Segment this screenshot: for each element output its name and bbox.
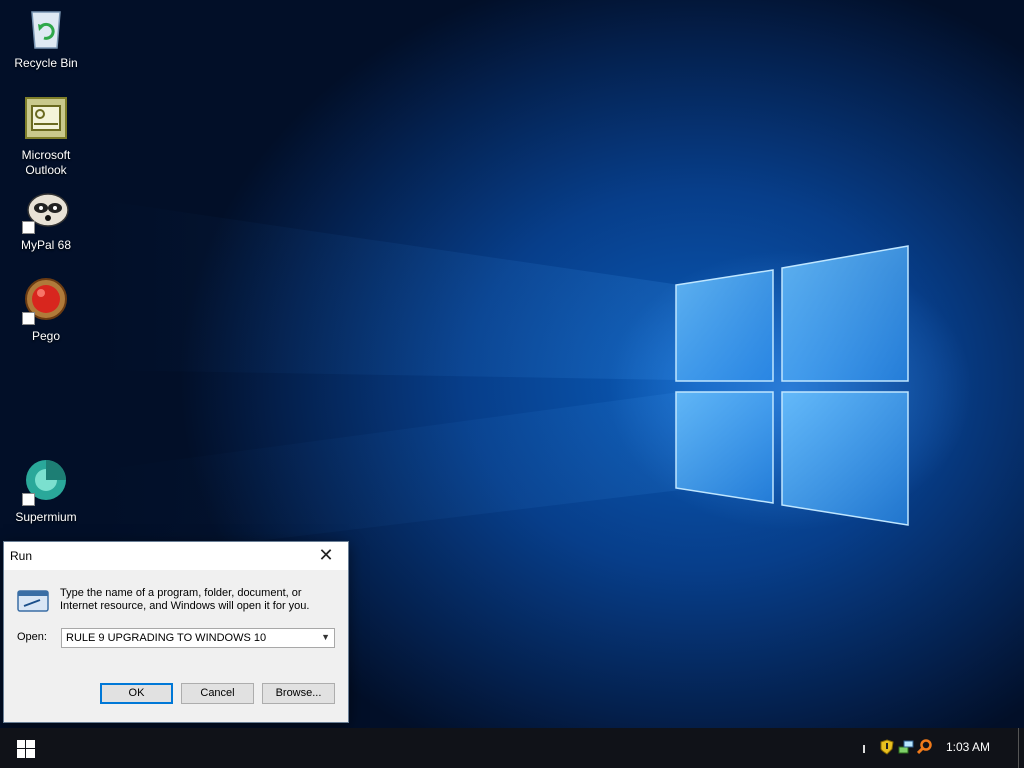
desktop-icon-pego[interactable]: Pego [6,277,86,344]
taskbar-clock[interactable]: 1:03 AM [946,740,990,754]
desktop-icon-mypal-68[interactable]: MyPal 68 [6,186,86,253]
run-dialog: Run ✕ Type the name of a program, folder… [3,541,349,723]
desktop-icon-recycle-bin[interactable]: Recycle Bin [6,4,86,71]
outlook-label-line2: Outlook [25,163,67,177]
network-icon[interactable] [898,739,914,755]
shortcut-arrow-icon [22,312,35,325]
outlook-icon [22,96,70,144]
tray-overflow-icon[interactable] [860,739,868,755]
open-combobox[interactable]: RULE 9 UPGRADING TO WINDOWS 10 ▼ [61,628,335,648]
shortcut-arrow-icon [22,493,35,506]
recycle-bin-label: Recycle Bin [14,56,78,70]
mypal-icon [22,186,70,234]
chevron-down-icon[interactable]: ▼ [321,632,330,642]
close-button[interactable]: ✕ [304,542,348,570]
run-description-line1: Type the name of a program, folder, docu… [60,587,302,599]
open-input[interactable]: RULE 9 UPGRADING TO WINDOWS 10 [66,632,266,644]
supermium-icon [22,458,70,506]
pego-label: Pego [31,329,61,343]
taskbar: 1:03 AM [0,728,1024,768]
cancel-button[interactable]: Cancel [181,683,254,704]
run-description-line2: Internet resource, and Windows will open… [60,600,310,612]
desktop-icon-microsoft-outlook[interactable]: Microsoft Outlook [6,96,86,178]
show-desktop-button[interactable] [1018,728,1019,768]
supermium-label: Supermium [15,510,77,524]
run-dialog-title: Run [10,549,33,563]
start-button[interactable] [0,728,48,768]
desktop-icon-supermium[interactable]: Supermium [6,458,86,525]
browse-button[interactable]: Browse... [262,683,335,704]
run-description: Type the name of a program, folder, docu… [60,587,330,613]
mypal-label: MyPal 68 [20,238,72,252]
close-icon: ✕ [318,545,334,565]
run-dialog-titlebar[interactable]: Run ✕ [4,542,348,570]
run-icon [16,588,50,614]
security-shield-icon[interactable] [880,739,894,755]
ok-button[interactable]: OK [100,683,173,704]
pego-icon [22,277,70,325]
open-label: Open: [17,631,47,643]
recycle-bin-icon [22,4,70,52]
shortcut-arrow-icon [22,221,35,234]
outlook-label-line1: Microsoft [21,148,71,162]
windows-start-icon [17,740,35,758]
search-magnifier-icon[interactable] [917,739,933,755]
